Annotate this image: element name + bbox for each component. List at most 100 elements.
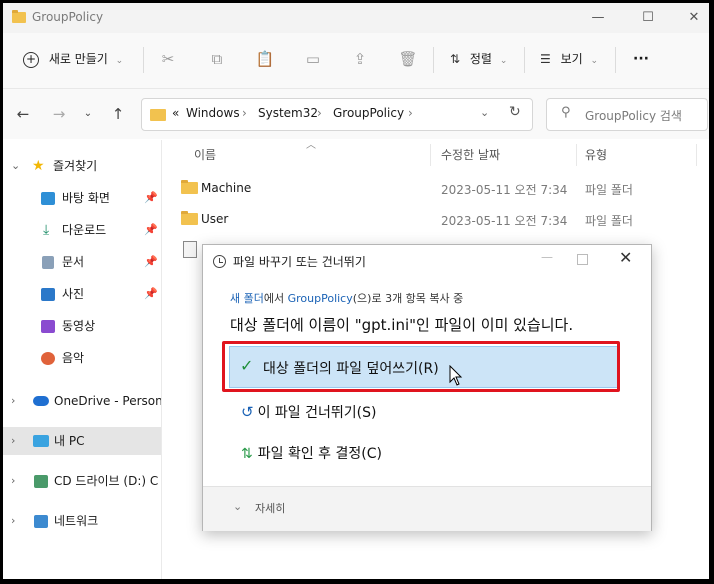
breadcrumb-overflow[interactable]: « — [172, 106, 179, 120]
sort-up-icon: ︿ — [306, 140, 316, 151]
sidebar-item-label: 내 PC — [54, 434, 85, 448]
table-row[interactable]: Machine 2023-05-11 오전 7:34 파일 폴더 — [162, 173, 709, 203]
pc-icon — [33, 435, 49, 447]
breadcrumb-grouppolicy[interactable]: GroupPolicy — [333, 106, 404, 120]
view-icon: ☰ — [540, 52, 551, 66]
clock-icon — [213, 255, 226, 268]
sidebar-item-this-pc[interactable]: › 내 PC — [3, 427, 161, 455]
sidebar-item-label: 다운로드 — [62, 223, 107, 237]
address-history-chevron-icon[interactable]: ⌄ — [480, 106, 489, 119]
sort-button[interactable]: ⇅ 정렬 ⌄ — [450, 46, 507, 72]
column-header-modified[interactable]: 수정한 날짜 — [441, 146, 500, 163]
refresh-icon[interactable]: ↻ — [509, 104, 521, 120]
pin-icon[interactable]: 📌 — [144, 248, 158, 276]
back-arrow-icon[interactable]: ← — [12, 102, 34, 126]
dialog-close-button[interactable]: ✕ — [619, 248, 632, 267]
navigation-bar: ← → ⌄ ↑ « Windows › System32 › GroupPoli… — [3, 89, 709, 139]
source-folder-link[interactable]: 새 폴더 — [230, 292, 264, 305]
sidebar-item-videos[interactable]: 동영상 — [3, 312, 161, 340]
highlight-callout-box — [222, 341, 620, 392]
view-button-label: 보기 — [560, 52, 583, 66]
skip-file-option[interactable]: ↺ 이 파일 건너뛰기(S) — [241, 402, 376, 422]
network-icon — [34, 515, 48, 528]
sidebar-item-label: 즐겨찾기 — [53, 159, 98, 173]
rename-icon[interactable]: ▭ — [301, 46, 325, 72]
breadcrumb-windows[interactable]: Windows — [186, 106, 240, 120]
dialog-footer: ⌄ 자세히 — [203, 486, 651, 531]
cut-icon[interactable]: ✂ — [156, 46, 180, 72]
delete-icon[interactable]: 🗑 — [396, 46, 420, 72]
pin-icon[interactable]: 📌 — [144, 184, 158, 212]
details-toggle[interactable]: 자세히 — [255, 500, 285, 516]
chevron-down-icon: ⌄ — [115, 56, 124, 66]
sort-icon: ⇅ — [450, 52, 461, 66]
breadcrumb-separator-icon: › — [317, 106, 322, 120]
address-bar[interactable]: « Windows › System32 › GroupPolicy › ⌄ ↻ — [141, 98, 533, 131]
sidebar-item-cd-drive[interactable]: › CD 드라이브 (D:) C — [3, 467, 161, 495]
chevron-right-icon: › — [11, 474, 16, 487]
minimize-button[interactable]: — — [575, 3, 621, 33]
cloud-icon — [33, 396, 49, 406]
navigation-pane: ⌄ ★ 즐겨찾기 바탕 화면 📌 ⤓ 다운로드 📌 문서 📌 사진 📌 동영상 — [3, 140, 170, 579]
sidebar-item-label: CD 드라이브 (D:) C — [54, 474, 159, 488]
pin-icon[interactable]: 📌 — [144, 216, 158, 244]
breadcrumb-system32[interactable]: System32 — [258, 106, 318, 120]
sidebar-item-documents[interactable]: 문서 📌 — [3, 248, 161, 276]
more-button[interactable]: ··· — [633, 46, 649, 72]
dialog-minimize-button[interactable]: — — [541, 250, 553, 264]
video-icon — [41, 320, 55, 333]
compare-icon: ⇅ — [241, 446, 253, 462]
table-row[interactable]: User 2023-05-11 오전 7:34 파일 폴더 — [162, 204, 709, 234]
close-button[interactable]: ✕ — [671, 3, 709, 33]
dialog-maximize-button[interactable] — [577, 254, 588, 265]
decide-file-option[interactable]: ⇅ 파일 확인 후 결정(C) — [241, 443, 382, 463]
pin-icon[interactable]: 📌 — [144, 280, 158, 308]
sidebar-item-onedrive[interactable]: › OneDrive - Persona — [3, 387, 170, 415]
copy-icon[interactable]: ⧉ — [205, 46, 229, 72]
explorer-window: GroupPolicy — ☐ ✕ + 새로 만들기 ⌄ ✂ ⧉ 📋 ▭ ⇪ 🗑… — [3, 3, 709, 579]
sidebar-item-network[interactable]: › 네트워크 — [3, 507, 161, 535]
column-divider — [430, 144, 431, 166]
toolbar-divider — [433, 47, 434, 73]
view-button[interactable]: ☰ 보기 ⌄ — [540, 46, 598, 72]
up-arrow-icon[interactable]: ↑ — [107, 102, 129, 126]
desktop-icon — [41, 192, 55, 205]
folder-icon — [181, 180, 198, 194]
file-name: Machine — [201, 181, 252, 195]
chevron-right-icon: › — [11, 514, 16, 527]
title-bar: GroupPolicy — ☐ ✕ — [3, 3, 709, 33]
window-title: GroupPolicy — [32, 10, 104, 24]
new-button[interactable]: + 새로 만들기 ⌄ — [23, 46, 123, 72]
folder-icon — [181, 211, 198, 225]
chevron-right-icon: › — [11, 434, 16, 447]
share-icon[interactable]: ⇪ — [348, 46, 372, 72]
breadcrumb-separator-icon: › — [242, 106, 247, 120]
sidebar-item-label: 음악 — [62, 351, 85, 365]
folder-icon — [12, 10, 26, 23]
search-box[interactable]: ⚲ GroupPolicy 검색 — [546, 98, 708, 131]
sidebar-item-pictures[interactable]: 사진 📌 — [3, 280, 161, 308]
maximize-button[interactable]: ☐ — [625, 3, 671, 33]
sidebar-item-downloads[interactable]: ⤓ 다운로드 📌 — [3, 216, 161, 244]
chevron-down-icon: ⌄ — [499, 56, 508, 66]
search-icon: ⚲ — [561, 105, 571, 120]
sidebar-item-label: 문서 — [62, 255, 85, 269]
forward-arrow-icon[interactable]: → — [48, 102, 70, 126]
destination-folder-link[interactable]: GroupPolicy — [288, 292, 353, 305]
file-name: User — [201, 212, 229, 226]
ini-file-icon — [183, 241, 197, 258]
search-input[interactable]: GroupPolicy 검색 — [585, 107, 682, 124]
sidebar-item-favorites[interactable]: ⌄ ★ 즐겨찾기 — [3, 152, 161, 180]
sidebar-item-label: 동영상 — [62, 319, 96, 333]
sidebar-item-desktop[interactable]: 바탕 화면 📌 — [3, 184, 161, 212]
column-header-type[interactable]: 유형 — [585, 146, 607, 163]
chevron-down-icon[interactable]: ⌄ — [233, 500, 242, 513]
document-icon — [42, 256, 54, 269]
cd-drive-icon — [34, 475, 48, 488]
column-header-name[interactable]: 이름 — [194, 146, 216, 163]
chevron-down-icon: ⌄ — [590, 56, 599, 66]
sidebar-item-music[interactable]: 음악 — [3, 344, 161, 372]
recent-chevron-icon[interactable]: ⌄ — [77, 102, 99, 126]
paste-icon[interactable]: 📋 — [253, 46, 277, 72]
subtitle-connector: 에서 — [263, 292, 288, 305]
